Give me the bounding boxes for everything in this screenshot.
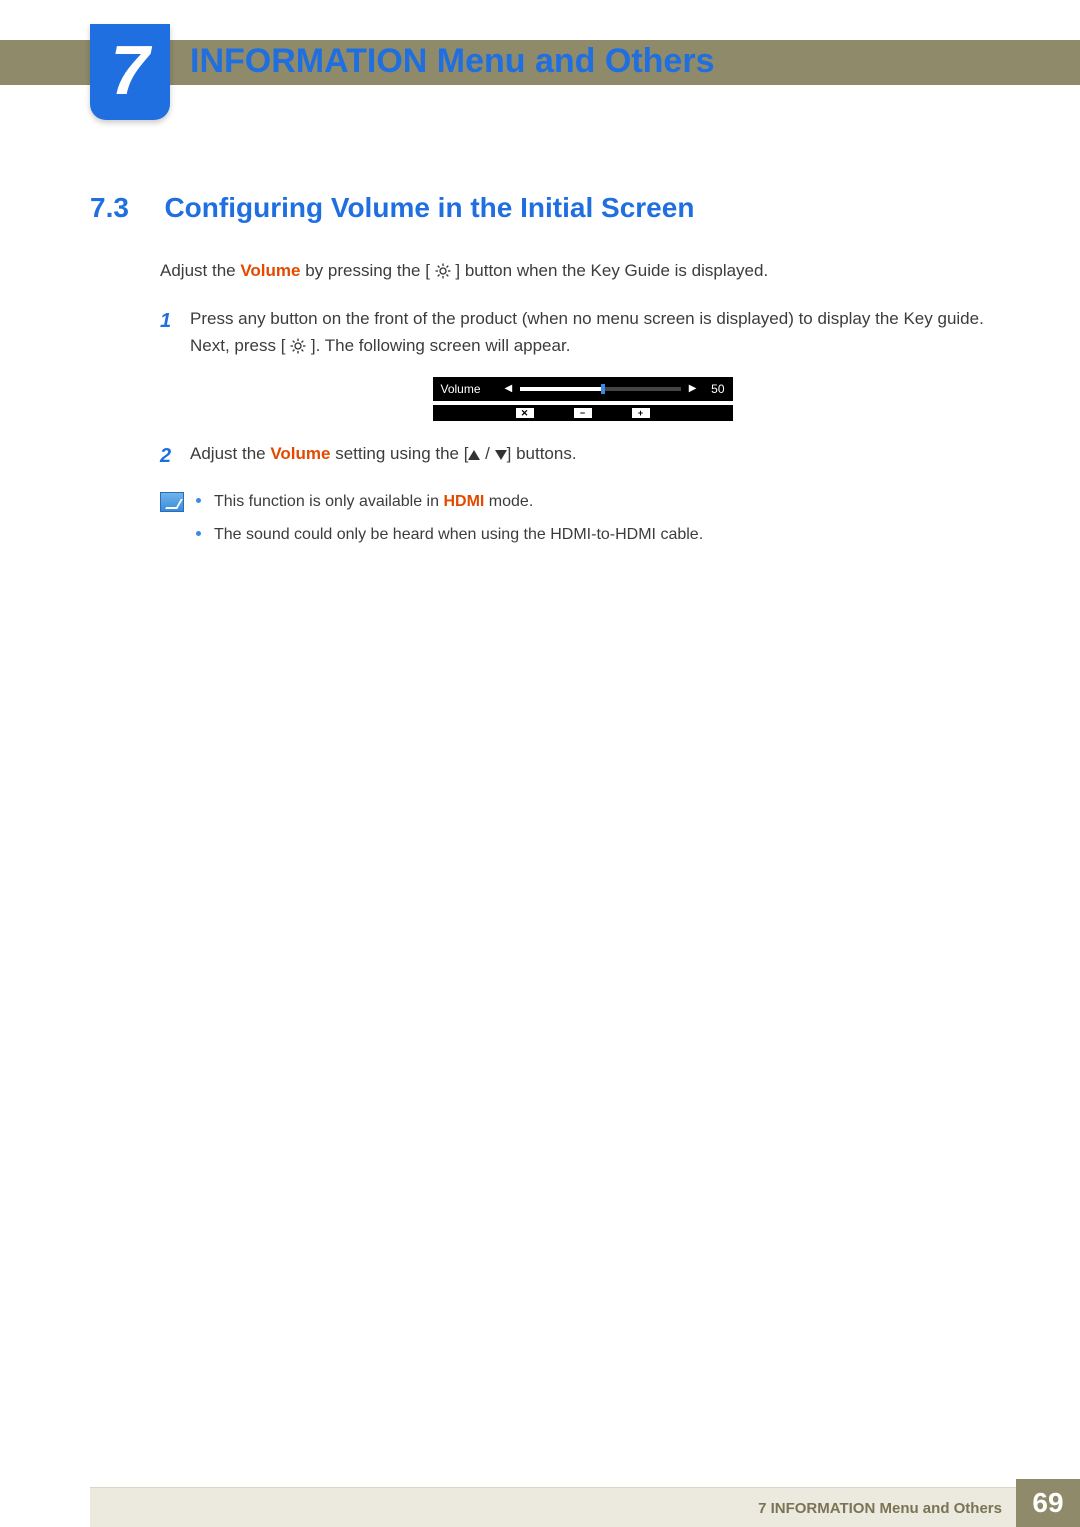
footer-chapter-text: 7 INFORMATION Menu and Others — [758, 1500, 1002, 1517]
note-icon — [160, 492, 184, 512]
chapter-number-badge: 7 — [90, 24, 170, 120]
osd-close-icon: ✕ — [516, 408, 534, 418]
step-1-number: 1 — [160, 306, 190, 359]
section-heading: 7.3 Configuring Volume in the Initial Sc… — [90, 192, 1005, 224]
osd-volume-label: Volume — [441, 380, 501, 399]
page-number: 69 — [1016, 1479, 1080, 1527]
step-2-number: 2 — [160, 441, 190, 472]
step-2-text: Adjust the Volume setting using the [ / … — [190, 441, 1005, 472]
brightness-icon — [435, 263, 451, 279]
volume-keyword: Volume — [270, 444, 330, 463]
intro-paragraph: Adjust the Volume by pressing the [ ] bu… — [160, 258, 1005, 284]
step-2-post: ] buttons. — [507, 444, 577, 463]
section-title: Configuring Volume in the Initial Screen — [164, 192, 694, 223]
step-1: 1 Press any button on the front of the p… — [160, 306, 1005, 359]
osd-minus-icon: − — [574, 408, 592, 418]
note-1-post: mode. — [484, 493, 533, 510]
step-2-mid: setting using the [ — [330, 444, 468, 463]
note-list: This function is only available in HDMI … — [196, 490, 1005, 556]
note-1-pre: This function is only available in — [214, 493, 443, 510]
section-number: 7.3 — [90, 192, 160, 224]
intro-text-pre: Adjust the — [160, 261, 240, 280]
step-2: 2 Adjust the Volume setting using the [ … — [160, 441, 1005, 472]
up-triangle-icon — [468, 450, 480, 460]
note-item-2: The sound could only be heard when using… — [196, 523, 1005, 548]
osd-slider-row: Volume ◀ ▶ 50 — [433, 377, 733, 401]
step-2-sep: / — [480, 444, 494, 463]
down-triangle-icon — [495, 450, 507, 460]
hdmi-keyword: HDMI — [443, 493, 484, 510]
intro-text-post: ] button when the Key Guide is displayed… — [451, 261, 769, 280]
osd-left-arrow-icon: ◀ — [501, 381, 517, 397]
step-1-post: ]. The following screen will appear. — [306, 336, 570, 355]
note-item-1: This function is only available in HDMI … — [196, 490, 1005, 515]
osd-volume-value: 50 — [701, 380, 725, 399]
osd-button-row: ✕ − + — [433, 405, 733, 421]
step-1-text: Press any button on the front of the pro… — [190, 306, 1005, 359]
osd-slider-thumb — [601, 384, 605, 394]
osd-plus-icon: + — [632, 408, 650, 418]
osd-slider-fill — [520, 387, 600, 391]
brightness-icon — [290, 338, 306, 354]
osd-right-arrow-icon: ▶ — [685, 381, 701, 397]
volume-keyword: Volume — [240, 261, 300, 280]
chapter-title: INFORMATION Menu and Others — [190, 42, 714, 81]
note-block: This function is only available in HDMI … — [160, 490, 1005, 556]
step-2-pre: Adjust the — [190, 444, 270, 463]
content-area: Adjust the Volume by pressing the [ ] bu… — [160, 258, 1005, 556]
footer: 7 INFORMATION Menu and Others 69 — [0, 1477, 1080, 1527]
osd-volume-panel: Volume ◀ ▶ 50 ✕ − + — [433, 377, 733, 421]
osd-slider-track — [520, 387, 681, 391]
intro-text-mid: by pressing the [ — [300, 261, 434, 280]
